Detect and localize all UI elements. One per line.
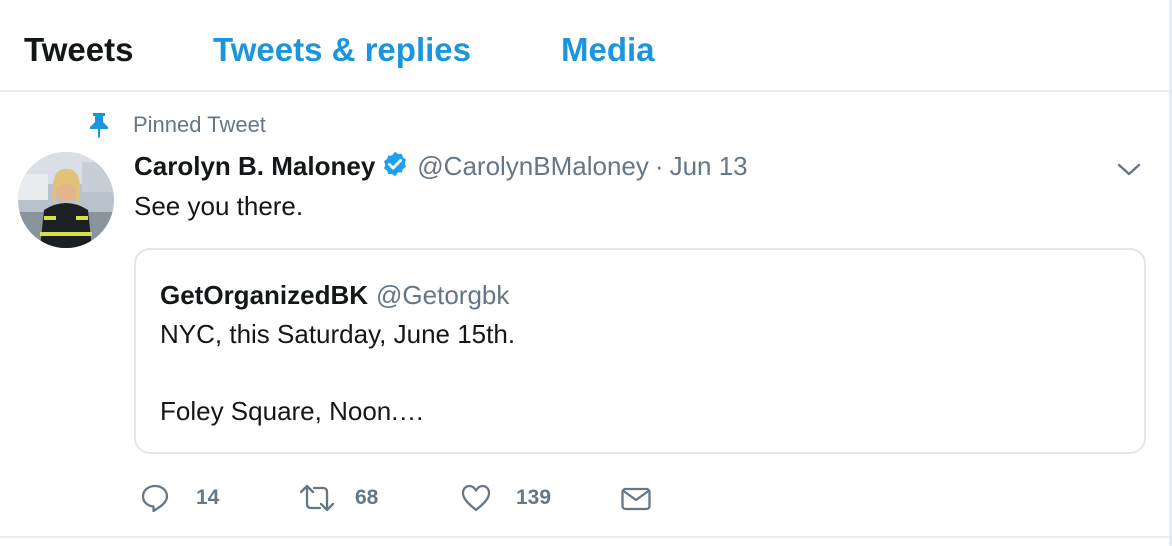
pinned-tweet-label: Pinned Tweet [133, 112, 266, 137]
profile-tabs: Tweets Tweets & replies Media [0, 0, 1172, 92]
envelope-icon [621, 487, 651, 511]
tab-media[interactable]: Media [561, 30, 655, 70]
tweet-header: Carolyn B. Maloney @CarolynBMaloney · Jun 1… [134, 149, 748, 183]
verified-badge-icon [384, 151, 407, 177]
avatar[interactable] [18, 152, 114, 248]
quoted-author-name: GetOrganizedBK [160, 280, 369, 310]
tab-tweets[interactable]: Tweets [24, 30, 133, 70]
pin-icon [90, 113, 108, 138]
retweet-count: 68 [355, 486, 379, 509]
reply-button[interactable]: 14 [140, 480, 240, 516]
author-handle[interactable]: @CarolynBMaloney [417, 151, 649, 181]
tweet-date[interactable]: Jun 13 [670, 151, 748, 181]
quoted-tweet-text-line-1: NYC, this Saturday, June 15th. [160, 319, 516, 349]
retweet-button[interactable]: 68 [298, 480, 398, 516]
direct-message-button[interactable] [620, 480, 656, 516]
tab-tweets-and-replies[interactable]: Tweets & replies [213, 30, 471, 70]
quoted-tweet-header: GetOrganizedBK @Getorgbk [160, 278, 509, 312]
separator-dot: · [654, 151, 664, 181]
chevron-down-icon[interactable] [1116, 158, 1142, 180]
quoted-author-handle: @Getorgbk [376, 280, 510, 310]
reply-icon [141, 484, 169, 513]
tweet-text: See you there. [134, 191, 304, 221]
reply-count: 14 [196, 486, 220, 509]
like-count: 139 [516, 486, 552, 509]
heart-icon [461, 484, 491, 512]
author-name[interactable]: Carolyn B. Maloney [134, 151, 375, 181]
quoted-tweet[interactable]: GetOrganizedBK @Getorgbk NYC, this Saturd… [134, 248, 1146, 454]
retweet-icon [299, 484, 335, 512]
quoted-tweet-text-line-2: Foley Square, Noon.… [160, 396, 425, 426]
tweet-divider [0, 536, 1172, 538]
avatar-image [18, 152, 114, 248]
like-button[interactable]: 139 [460, 480, 570, 516]
